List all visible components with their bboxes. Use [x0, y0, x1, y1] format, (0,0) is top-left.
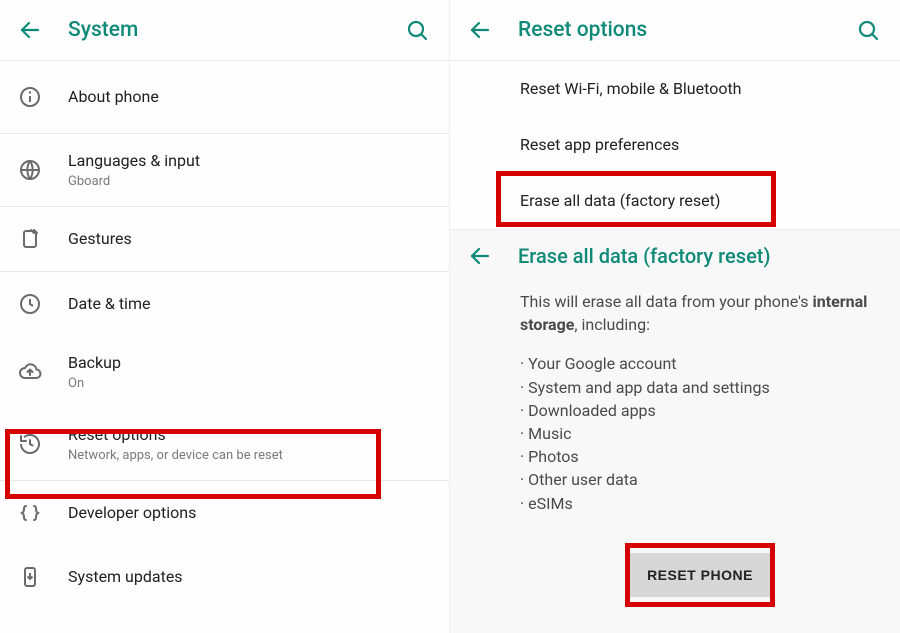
- erase-intro: This will erase all data from your phone…: [520, 290, 880, 336]
- item-label: Languages & input: [68, 151, 431, 172]
- system-settings-panel: System About phone Languages & input Gbo…: [0, 0, 450, 633]
- item-sublabel: On: [68, 376, 431, 391]
- gestures-item[interactable]: Gestures: [0, 207, 449, 271]
- bullet: Music: [520, 422, 880, 445]
- item-label: Reset app preferences: [520, 135, 882, 156]
- intro-prefix: This will erase all data from your phone…: [520, 292, 813, 311]
- intro-suffix: , including:: [574, 315, 650, 334]
- back-icon[interactable]: [468, 244, 492, 268]
- system-title: System: [68, 18, 405, 42]
- item-sublabel: Network, apps, or device can be reset: [68, 448, 431, 463]
- backup-item[interactable]: Backup On: [0, 336, 449, 408]
- erase-all-data-item[interactable]: Erase all data (factory reset): [450, 173, 900, 229]
- item-label: Date & time: [68, 294, 431, 315]
- reset-options-item[interactable]: Reset options Network, apps, or device c…: [0, 408, 449, 480]
- erase-title: Erase all data (factory reset): [518, 244, 888, 268]
- update-icon: [18, 565, 42, 589]
- languages-input-item[interactable]: Languages & input Gboard: [0, 134, 449, 206]
- search-icon[interactable]: [405, 18, 429, 42]
- erase-body: This will erase all data from your phone…: [450, 282, 900, 597]
- reset-wifi-item[interactable]: Reset Wi-Fi, mobile & Bluetooth: [450, 61, 900, 117]
- reset-app-prefs-item[interactable]: Reset app preferences: [450, 117, 900, 173]
- braces-icon: [18, 501, 42, 525]
- reset-options-header: Reset options: [450, 0, 900, 60]
- clock-icon: [18, 292, 42, 316]
- bullet: Your Google account: [520, 352, 880, 375]
- back-icon[interactable]: [18, 18, 42, 42]
- bullet: Photos: [520, 445, 880, 468]
- item-label: Gestures: [68, 229, 431, 250]
- globe-icon: [18, 158, 42, 182]
- item-label: Reset options: [68, 425, 431, 446]
- item-label: Developer options: [68, 503, 431, 524]
- gestures-icon: [18, 227, 42, 251]
- bullet: System and app data and settings: [520, 376, 880, 399]
- erase-all-data-panel: Erase all data (factory reset) This will…: [450, 229, 900, 633]
- bullet: Other user data: [520, 468, 880, 491]
- reset-options-list: Reset Wi-Fi, mobile & Bluetooth Reset ap…: [450, 61, 900, 229]
- erase-header: Erase all data (factory reset): [450, 230, 900, 282]
- reset-icon: [18, 432, 42, 456]
- cloud-icon: [18, 360, 42, 384]
- system-updates-item[interactable]: System updates: [0, 545, 449, 609]
- erase-button-wrap: RESET PHONE: [520, 553, 880, 597]
- about-phone-item[interactable]: About phone: [0, 61, 449, 133]
- item-label: About phone: [68, 87, 431, 108]
- info-icon: [18, 85, 42, 109]
- reset-phone-button[interactable]: RESET PHONE: [627, 553, 773, 597]
- bullet: Downloaded apps: [520, 399, 880, 422]
- item-label: Reset Wi-Fi, mobile & Bluetooth: [520, 79, 882, 100]
- item-label: System updates: [68, 567, 431, 588]
- reset-options-title: Reset options: [518, 18, 856, 42]
- developer-options-item[interactable]: Developer options: [0, 481, 449, 545]
- reset-options-panel: Reset options Reset Wi-Fi, mobile & Blue…: [450, 0, 900, 633]
- erase-bullets: Your Google account System and app data …: [520, 352, 880, 514]
- date-time-item[interactable]: Date & time: [0, 272, 449, 336]
- bullet: eSIMs: [520, 492, 880, 515]
- item-sublabel: Gboard: [68, 174, 431, 189]
- item-label: Backup: [68, 353, 431, 374]
- item-label: Erase all data (factory reset): [520, 191, 882, 212]
- system-header: System: [0, 0, 449, 60]
- search-icon[interactable]: [856, 18, 880, 42]
- back-icon[interactable]: [468, 18, 492, 42]
